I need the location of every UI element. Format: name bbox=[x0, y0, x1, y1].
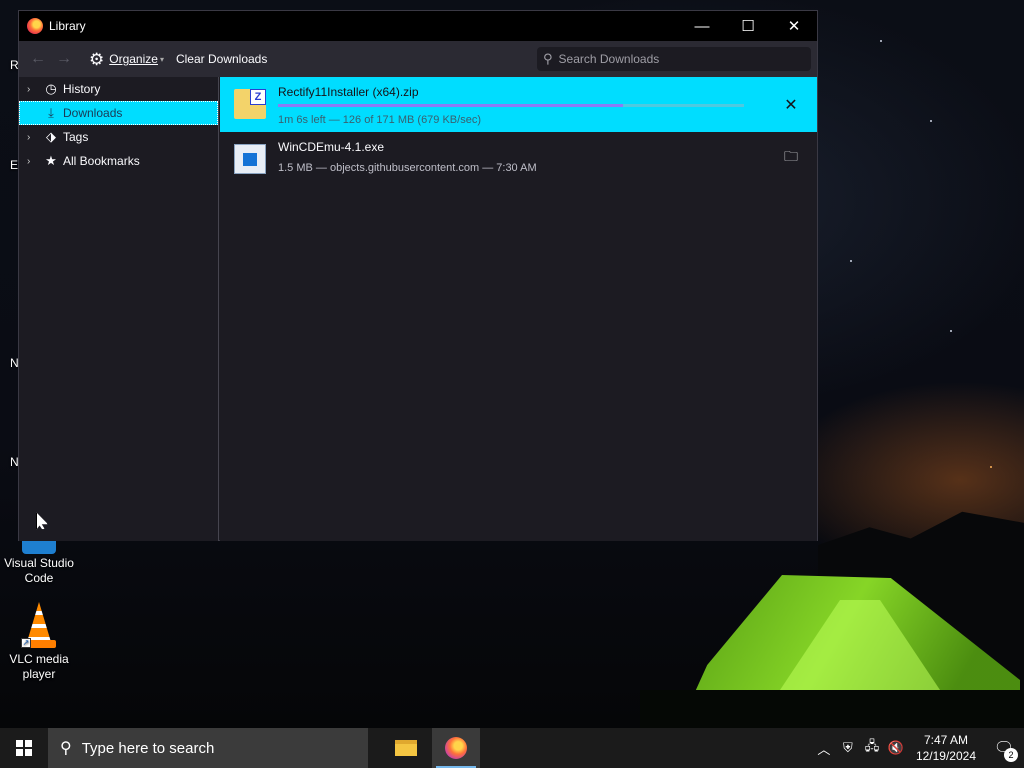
taskbar-search[interactable]: ⚲ Type here to search bbox=[48, 728, 368, 768]
clock-date: 12/19/2024 bbox=[915, 749, 976, 763]
minimize-button[interactable]: — bbox=[679, 11, 725, 41]
expand-arrow-icon[interactable]: › bbox=[27, 132, 41, 143]
notification-count: 2 bbox=[1004, 748, 1018, 762]
firefox-logo-icon bbox=[27, 18, 43, 34]
security-icon[interactable]: ⛨ bbox=[836, 740, 860, 756]
library-toolbar: ← → ⚙ Organize ▾ Clear Downloads ⚲ bbox=[19, 41, 817, 77]
vlc-icon: ↗ bbox=[21, 602, 57, 648]
file-explorer-icon bbox=[395, 740, 417, 756]
back-arrow-icon[interactable]: ← bbox=[25, 50, 51, 68]
start-button[interactable] bbox=[0, 728, 48, 768]
star bbox=[850, 260, 852, 262]
download-progress-bar bbox=[278, 104, 744, 107]
shortcut-arrow-icon: ↗ bbox=[21, 638, 31, 648]
clock-icon: ◷ bbox=[45, 81, 57, 96]
sidebar-item-tags[interactable]: › ⬗ Tags bbox=[19, 125, 218, 149]
download-icon: ⤓ bbox=[48, 105, 54, 120]
search-downloads-input[interactable] bbox=[558, 52, 799, 66]
gear-icon: ⚙ bbox=[89, 49, 105, 69]
windows-logo-icon bbox=[16, 740, 32, 756]
clock[interactable]: 7:47 AM 12/19/2024 bbox=[908, 732, 984, 764]
forward-arrow-icon[interactable]: → bbox=[51, 50, 77, 68]
desktop-icon-label: VLC media player bbox=[9, 652, 69, 681]
notification-center-button[interactable]: 🗨 2 bbox=[984, 738, 1024, 762]
search-icon: ⚲ bbox=[60, 740, 72, 757]
grass bbox=[640, 690, 1024, 728]
sidebar-item-label: Downloads bbox=[63, 106, 123, 120]
desktop-icon-label-fragment: E bbox=[10, 158, 19, 172]
chevron-down-icon: ▾ bbox=[159, 54, 164, 64]
download-status: 1.5 MB — objects.githubusercontent.com —… bbox=[278, 162, 537, 174]
taskbar-firefox[interactable] bbox=[432, 728, 480, 768]
library-window: Library — ☐ ✕ ← → ⚙ Organize ▾ Clear Dow… bbox=[18, 10, 818, 541]
taskbar-file-explorer[interactable] bbox=[382, 728, 430, 768]
firefox-icon bbox=[445, 737, 467, 759]
window-title: Library bbox=[49, 19, 86, 33]
star-icon: ★ bbox=[45, 153, 57, 168]
places-sidebar: › ◷ History ⤓ Downloads › ⬗ Tags › ★ All… bbox=[19, 77, 219, 541]
sidebar-item-label: History bbox=[63, 82, 101, 96]
search-icon: ⚲ bbox=[543, 51, 553, 66]
exe-file-icon bbox=[234, 144, 266, 174]
search-downloads[interactable]: ⚲ bbox=[537, 47, 811, 71]
download-filename: WinCDEmu-4.1.exe bbox=[278, 140, 385, 154]
sidebar-item-downloads[interactable]: ⤓ Downloads bbox=[19, 101, 218, 125]
sidebar-item-label: Tags bbox=[63, 130, 89, 144]
desktop-icon-label: Visual Studio Code bbox=[4, 556, 74, 585]
chevron-up-icon[interactable]: ︿ bbox=[812, 739, 836, 758]
download-status: 1m 6s left — 126 of 171 MB (679 KB/sec) bbox=[278, 114, 481, 126]
library-content: › ◷ History ⤓ Downloads › ⬗ Tags › ★ All… bbox=[19, 77, 817, 541]
star bbox=[880, 40, 882, 42]
tag-icon: ⬗ bbox=[46, 129, 56, 144]
sidebar-item-history[interactable]: › ◷ History bbox=[19, 77, 218, 101]
star bbox=[930, 120, 932, 122]
maximize-button[interactable]: ☐ bbox=[725, 11, 771, 41]
star bbox=[990, 466, 992, 468]
close-button[interactable]: ✕ bbox=[771, 11, 817, 41]
system-tray: ︿ ⛨ 🖧 🔇 7:47 AM 12/19/2024 🗨 2 bbox=[812, 728, 1024, 768]
zip-file-icon bbox=[234, 89, 266, 119]
download-filename: Rectify11Installer (x64).zip bbox=[278, 85, 419, 99]
download-item[interactable]: WinCDEmu-4.1.exe 1.5 MB — objects.github… bbox=[220, 132, 817, 187]
expand-arrow-icon[interactable]: › bbox=[27, 156, 41, 167]
volume-muted-icon[interactable]: 🔇 bbox=[884, 740, 908, 756]
taskbar: ⚲ Type here to search ︿ ⛨ 🖧 🔇 7:47 AM 12… bbox=[0, 728, 1024, 768]
organize-label: Organize bbox=[109, 52, 158, 66]
title-bar[interactable]: Library — ☐ ✕ bbox=[19, 11, 817, 41]
downloads-list: Rectify11Installer (x64).zip 1m 6s left … bbox=[220, 77, 817, 541]
download-progress-fill bbox=[278, 104, 623, 107]
star bbox=[950, 330, 952, 332]
expand-arrow-icon[interactable]: › bbox=[27, 84, 41, 95]
clock-time: 7:47 AM bbox=[923, 733, 968, 747]
folder-icon[interactable]: 🗀 bbox=[781, 148, 801, 168]
organize-button[interactable]: ⚙ Organize ▾ bbox=[89, 51, 164, 68]
download-item[interactable]: Rectify11Installer (x64).zip 1m 6s left … bbox=[220, 77, 817, 132]
network-icon[interactable]: 🖧 bbox=[860, 737, 884, 759]
taskbar-search-placeholder: Type here to search bbox=[81, 739, 215, 757]
clear-downloads-button[interactable]: Clear Downloads bbox=[176, 52, 267, 66]
vscode-icon bbox=[22, 540, 56, 554]
desktop-icon-vlc[interactable]: ↗ VLC media player bbox=[0, 602, 79, 682]
sidebar-item-label: All Bookmarks bbox=[63, 154, 140, 168]
desktop-icon-vscode[interactable]: Visual Studio Code bbox=[0, 540, 79, 586]
cancel-icon[interactable]: ✕ bbox=[781, 95, 801, 115]
sidebar-item-all-bookmarks[interactable]: › ★ All Bookmarks bbox=[19, 149, 218, 173]
